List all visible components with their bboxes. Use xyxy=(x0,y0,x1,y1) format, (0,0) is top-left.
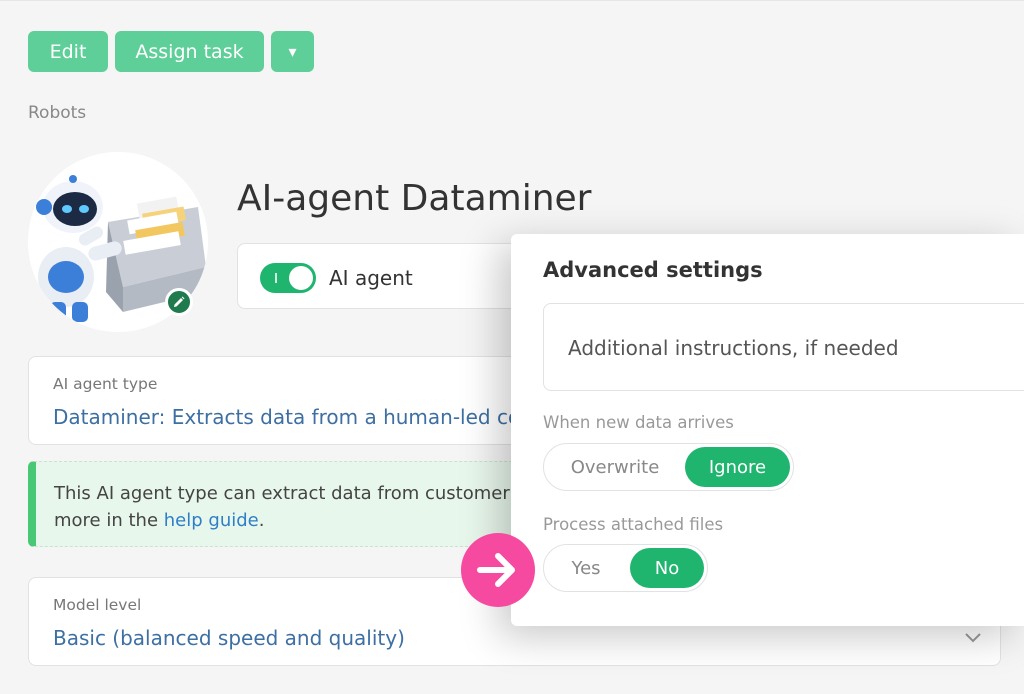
info-text-line1: This AI agent type can extract data from… xyxy=(54,483,510,504)
caret-down-icon: ▾ xyxy=(288,42,297,61)
no-option[interactable]: No xyxy=(630,548,704,588)
advanced-settings-panel: Advanced settings Additional instruction… xyxy=(511,234,1024,626)
ai-agent-type-label: AI agent type xyxy=(53,375,158,393)
ignore-option[interactable]: Ignore xyxy=(685,447,790,487)
chevron-down-icon xyxy=(965,633,981,643)
new-data-label: When new data arrives xyxy=(543,413,734,432)
help-guide-link[interactable]: help guide xyxy=(164,510,259,531)
page-title: AI-agent Dataminer xyxy=(237,178,592,219)
pencil-icon xyxy=(174,296,185,307)
ai-agent-toggle-card: AI agent xyxy=(237,243,557,309)
info-text-suffix: . xyxy=(258,510,265,531)
toggle-on-indicator xyxy=(275,273,277,283)
new-data-segmented-control: Overwrite Ignore xyxy=(543,443,794,491)
additional-instructions-input[interactable]: Additional instructions, if needed xyxy=(543,303,1024,391)
attached-files-segmented-control: Yes No xyxy=(543,544,708,592)
ai-agent-toggle-label: AI agent xyxy=(329,266,413,290)
advanced-settings-title: Advanced settings xyxy=(543,258,763,282)
overwrite-option[interactable]: Overwrite xyxy=(548,447,682,487)
ai-agent-toggle[interactable] xyxy=(260,263,316,293)
edit-avatar-button[interactable] xyxy=(165,288,193,316)
attached-files-label: Process attached files xyxy=(543,515,724,534)
breadcrumb[interactable]: Robots xyxy=(28,103,86,123)
more-actions-dropdown-button[interactable]: ▾ xyxy=(271,31,314,72)
top-divider xyxy=(0,0,1024,1)
edit-button[interactable]: Edit xyxy=(28,31,108,72)
model-level-label: Model level xyxy=(53,596,142,614)
assign-task-button[interactable]: Assign task xyxy=(115,31,264,72)
yes-option[interactable]: Yes xyxy=(548,548,624,588)
highlight-arrow-marker xyxy=(461,533,535,607)
toggle-knob xyxy=(289,266,313,290)
arrow-right-icon xyxy=(477,553,515,587)
model-level-value: Basic (balanced speed and quality) xyxy=(53,626,405,650)
info-text-line2: more in the xyxy=(54,510,159,531)
